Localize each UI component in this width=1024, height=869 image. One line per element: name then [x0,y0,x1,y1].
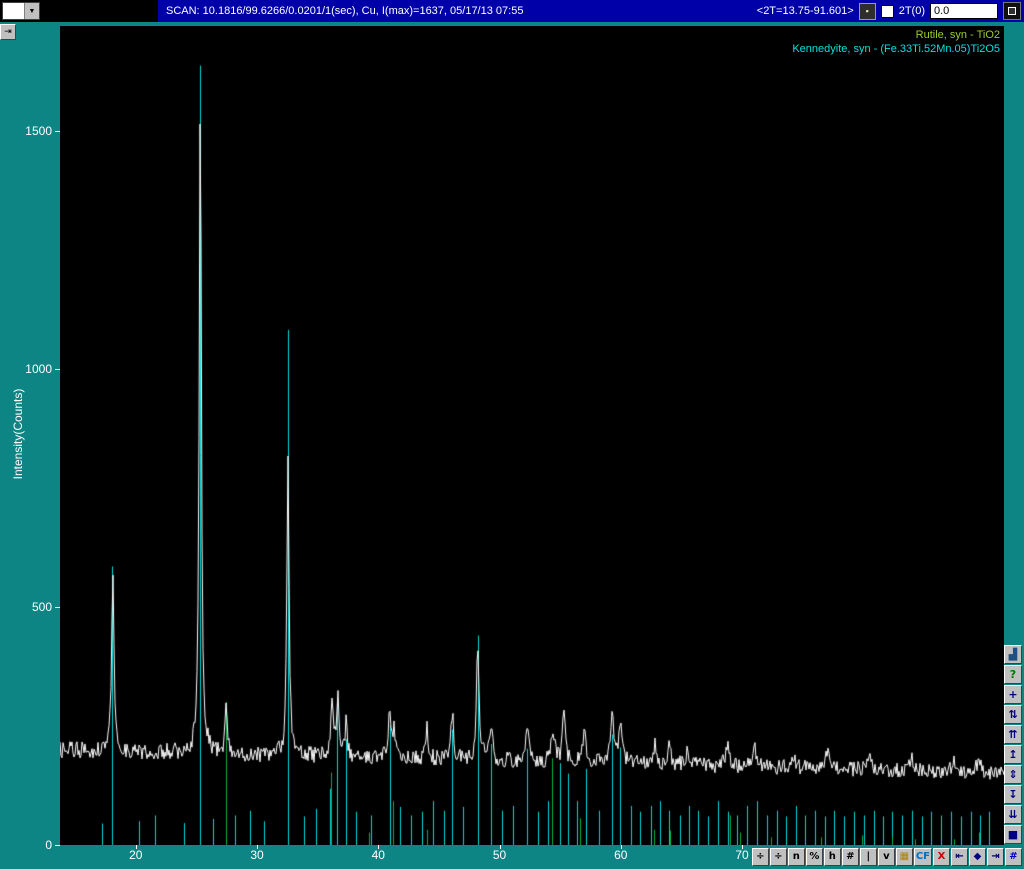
normalize-button[interactable]: n [787,848,805,866]
y-tick-mark [55,368,60,370]
y-tick-label: 0 [45,838,52,852]
two-theta-zero-input[interactable] [930,3,998,19]
page-down-fast-button[interactable]: ⇊ [1004,805,1022,824]
scan-title-bar: SCAN: 10.1816/99.6266/0.0201/1(sec), Cu,… [158,0,1024,22]
chart-mode-button[interactable]: ▪ [858,2,876,20]
y-tick-mark [55,845,60,846]
legend-entry: Rutile, syn - TiO2 [915,29,1000,41]
x-tick-label: 40 [371,848,385,862]
help-button[interactable]: ? [1004,665,1022,684]
x-tick-label: 70 [735,848,749,862]
x-tick-mark [742,845,744,849]
legend-entry: Kennedyite, syn - (Fe.33Ti.52Mn.05)Ti2O5 [792,43,1000,55]
x-tick-mark [135,845,137,849]
display-options-button[interactable] [1003,2,1021,20]
cf-button[interactable]: CF [913,848,932,866]
right-toolbar: ▟? + ⇅ ⇈ ↥ ⇕ ↧ ⇊ ■ [1004,645,1023,844]
two-theta-zero-label: 2T(0) [898,5,925,17]
y-tick-label: 500 [31,599,52,614]
stop-button[interactable]: ■ [1004,825,1022,844]
scan-info: SCAN: 10.1816/99.6266/0.0201/1(sec), Cu,… [166,5,524,17]
first-scan-button[interactable]: ⇤ [951,848,968,866]
y-tick-mark [55,606,60,608]
top-bar-controls: <2T=13.75-91.601> ▪ 2T(0) [757,2,1024,20]
x-tick-mark [499,845,501,849]
marker-button[interactable]: ◆ [969,848,986,866]
two-theta-range: <2T=13.75-91.601> [756,5,854,17]
scroll-down-button[interactable]: ↧ [1004,785,1022,804]
x-tick-label: 20 [129,848,143,862]
x-tick-mark [378,845,380,849]
x-tick-mark [257,845,259,849]
height-button[interactable]: h [823,848,841,866]
diffraction-plot[interactable] [60,26,1004,845]
preset-dropdown-value [3,3,24,19]
x-tick-label: 60 [614,848,628,862]
v-marker-button[interactable]: v [877,848,895,866]
x-tick-label: 50 [492,848,507,862]
delete-button[interactable]: X [933,848,950,866]
top-bar: SCAN: 10.1816/99.6266/0.0201/1(sec), Cu,… [0,0,1024,22]
y-tick-mark [55,130,60,132]
page-up-fast-button[interactable]: ⇈ [1004,725,1022,744]
zoom-overview-button[interactable]: ▟ [1004,645,1022,664]
cursor-bar-button[interactable]: | [859,848,877,866]
chart-icon: ▪ [865,5,869,16]
bottom-toolbar: ÷ ÷ n% h # | v ▦ CF X ⇤ ◆ ⇥ # [751,848,1022,866]
collapse-panel-button[interactable]: ⇥ [0,24,16,40]
preset-dropdown[interactable]: ▼ [2,2,40,20]
divide-right-button[interactable]: ÷ [769,848,787,866]
display-icon [1008,7,1016,15]
two-theta-zero-checkbox[interactable] [880,4,894,18]
percent-button[interactable]: % [805,848,823,866]
index-button[interactable]: # [1005,848,1022,866]
count-button[interactable]: # [841,848,859,866]
last-scan-button[interactable]: ⇥ [987,848,1004,866]
application-window: SCAN: 10.1816/99.6266/0.0201/1(sec), Cu,… [0,0,1024,869]
y-tick-label: 1000 [25,361,52,376]
x-tick-label: 30 [250,848,264,862]
x-tick-mark [620,845,622,849]
swap-axes-button[interactable]: ⇅ [1004,705,1022,724]
color-grid-button[interactable]: ▦ [895,848,913,866]
scroll-up-button[interactable]: ↥ [1004,745,1022,764]
fit-vertical-button[interactable]: ⇕ [1004,765,1022,784]
y-tick-label: 1500 [25,123,52,138]
plot-area: Rutile, syn - TiO2 Kennedyite, syn - (Fe.… [60,26,1004,845]
phase-legend: Rutile, syn - TiO2 Kennedyite, syn - (Fe.… [792,28,1000,56]
y-axis-title: Intensity(Counts) [11,388,25,480]
chevron-down-icon: ▼ [24,3,39,19]
pan-button[interactable]: + [1004,685,1022,704]
